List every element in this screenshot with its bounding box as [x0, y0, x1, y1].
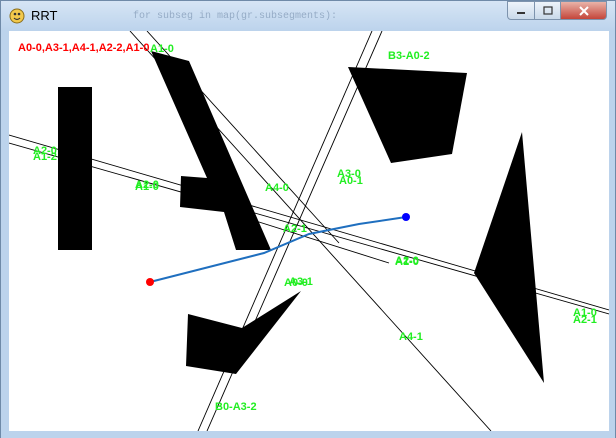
- start-point: [146, 278, 154, 286]
- obstacle-a2: [474, 132, 544, 383]
- minimize-icon: [517, 11, 525, 14]
- minimize-button[interactable]: [507, 1, 535, 20]
- title-bar[interactable]: RRT for subseg in map(gr.subsegments):: [1, 1, 615, 31]
- background-code-text: for subseg in map(gr.subsegments):: [133, 11, 338, 22]
- obstacle-b0: [186, 291, 301, 374]
- obstacle-b3: [348, 67, 467, 163]
- window-title: RRT: [31, 8, 58, 23]
- close-icon: [578, 5, 589, 16]
- label-a2-1-edge: A2-1: [573, 314, 597, 326]
- label-a2-1-center: A2-1: [283, 223, 307, 235]
- label-a1-2-left: A1-2: [33, 151, 57, 163]
- obstacle-a0: [58, 87, 92, 250]
- label-a4-1: A4-1: [399, 331, 423, 343]
- app-window: RRT for subseg in map(gr.subsegments): A…: [0, 0, 616, 438]
- maximize-button[interactable]: [534, 1, 561, 20]
- label-a2-0-mid: A2-0: [135, 179, 159, 191]
- python-app-icon: [9, 8, 25, 24]
- rrt-path: [149, 216, 407, 283]
- label-b0-a3-2: B0-A3-2: [215, 401, 257, 413]
- rrt-scene: A0-0,A3-1,A4-1,A2-2,A1-0 A1-0 B3-A0-2 A2…: [9, 31, 609, 431]
- label-a1-0-top: A1-0: [150, 43, 174, 55]
- plan-text: A0-0,A3-1,A4-1,A2-2,A1-0: [18, 42, 149, 54]
- maximize-icon: [542, 6, 553, 15]
- goal-point: [402, 213, 410, 221]
- label-a0-0: A0-0: [284, 277, 308, 289]
- close-button[interactable]: [560, 1, 607, 20]
- label-a0-1-top: A0-1: [339, 175, 363, 187]
- window-bottom-border: [1, 431, 615, 438]
- label-b3-a0-2: B3-A0-2: [388, 50, 430, 62]
- rrt-canvas[interactable]: A0-0,A3-1,A4-1,A2-2,A1-0 A1-0 B3-A0-2 A2…: [9, 31, 609, 431]
- label-a4-0: A4-0: [265, 182, 289, 194]
- label-a2-0-right: A2-0: [395, 255, 419, 267]
